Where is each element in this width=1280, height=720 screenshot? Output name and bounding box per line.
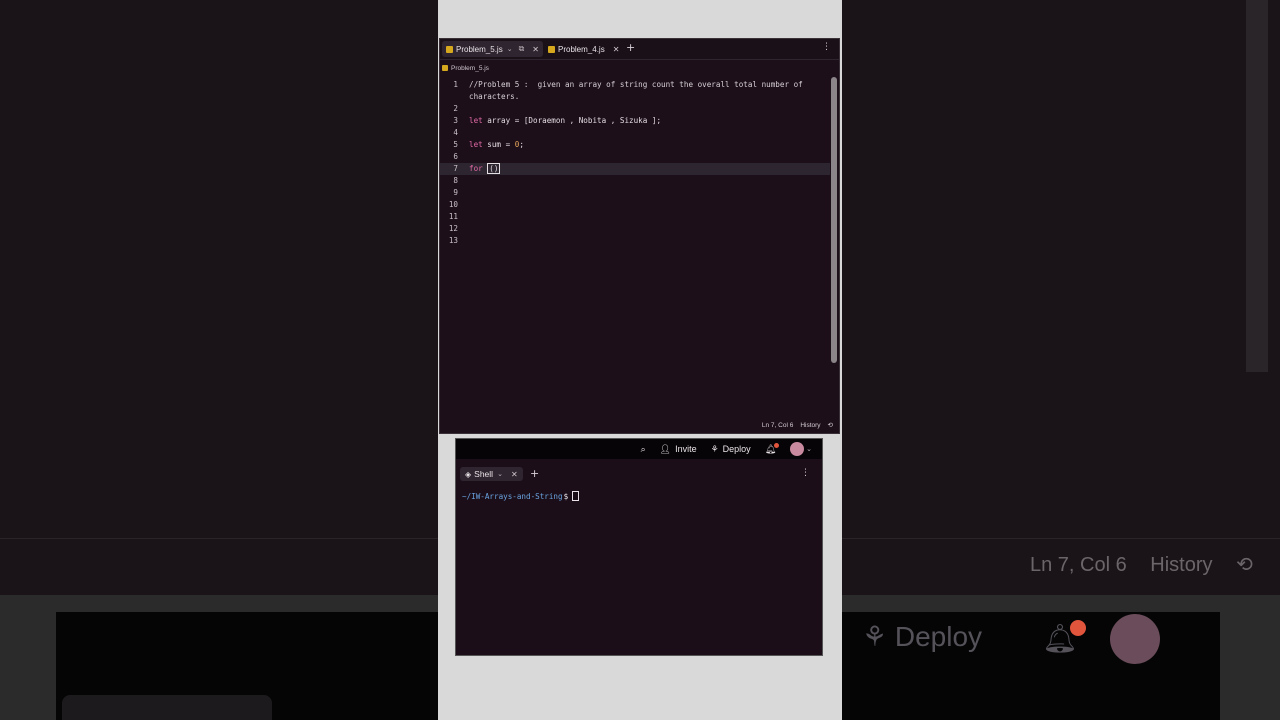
code-line: 6 [440,151,830,163]
code-text: let array = [Doraemon , Nobita , Sizuka … [469,116,662,125]
code-line: 4 [440,127,830,139]
code-line: 10 [440,199,830,211]
tab-problem-5[interactable]: Problem_5.js ⌄ ⧉ ✕ [442,41,543,57]
background-terminal-tab [62,695,272,720]
notification-dot [1070,620,1086,636]
line-number: 7 [453,164,458,173]
tab-label: Problem_4.js [558,44,605,54]
background-avatar [1110,614,1160,664]
breadcrumb-file[interactable]: Problem_5.js [451,65,489,72]
invite-label: Invite [675,444,697,454]
history-icon: ⟲ [1236,554,1253,576]
code-line: 2 [440,103,830,115]
history-button[interactable]: History [800,422,820,429]
line-number: 8 [453,176,458,185]
terminal-tab-bar: ◈ Shell ⌄ ✕ + ⋮ [456,465,822,483]
editor-tab-bar: Problem_5.js ⌄ ⧉ ✕ Problem_4.js ✕ + ⋮ [440,39,839,60]
code-text: let sum = 0; [469,140,524,149]
deploy-icon: ⚘ [862,621,888,652]
line-number: 10 [448,200,458,209]
line-number: 3 [453,116,458,125]
line-number [440,91,458,103]
js-file-icon [442,65,448,71]
line-number: 9 [453,188,458,197]
background-status: Ln 7, Col 6 History ⟲ [1030,552,1271,577]
add-tab-icon[interactable]: + [530,467,539,480]
breadcrumb: Problem_5.js [440,61,489,75]
code-area[interactable]: 1 //Problem 5 : given an array of string … [440,79,830,247]
code-line: characters. [440,91,830,103]
code-line: 13 [440,235,830,247]
chevron-down-icon[interactable]: ⌄ [497,470,503,478]
line-number: 2 [453,104,458,113]
chevron-down-icon: ⌄ [806,446,812,453]
code-editor: Problem_5.js ⌄ ⧉ ✕ Problem_4.js ✕ + ⋮ Pr… [439,38,840,434]
avatar-image [790,442,805,456]
deploy-icon: ⚘ [710,443,719,454]
prompt-path: ~/IW-Arrays-and-String [462,491,563,501]
background-status-history: History [1150,554,1213,576]
code-text: //Problem 5 : given an array of string c… [469,80,803,89]
code-line-current: 7 for () [440,163,830,175]
editor-status-bar: Ln 7, Col 6 History ⟲ [440,417,839,433]
line-number: 11 [448,212,458,221]
code-line: 3 let array = [Doraemon , Nobita , Sizuka… [440,115,830,127]
code-line: 12 [440,223,830,235]
vertical-scrollbar[interactable] [831,77,837,363]
history-icon[interactable]: ⟲ [828,421,833,429]
chevron-down-icon[interactable]: ⌄ [507,45,513,53]
line-number: 4 [453,128,458,137]
more-options-icon[interactable]: ⋮ [822,42,831,52]
background-scrollbar [1246,0,1268,372]
deploy-label: Deploy [722,444,751,454]
prompt-symbol: $ [563,491,569,501]
js-file-icon [548,45,555,53]
code-text: characters. [469,92,520,101]
code-line: 11 [440,211,830,223]
workspace-top-bar: ⌕ 👤︎ Invite ⚘ Deploy 🔔︎ ⌄ [456,439,822,459]
split-view-icon[interactable]: ⧉ [519,44,525,54]
search-icon[interactable]: ⌕ [641,444,646,455]
tab-shell[interactable]: ◈ Shell ⌄ ✕ [460,467,523,481]
line-number: 6 [453,152,458,161]
code-line: 9 [440,187,830,199]
terminal-cursor [572,491,580,501]
background-deploy-label: Deploy [894,621,983,652]
shell-icon: ◈ [465,469,472,479]
js-file-icon [446,45,453,53]
add-user-icon: 👤︎ [659,443,672,454]
code-text: for () [469,163,501,174]
notification-dot [774,442,780,448]
line-number: 12 [448,224,458,233]
invite-button[interactable]: 👤︎ Invite [660,444,697,455]
avatar[interactable]: ⌄ [790,442,812,456]
tab-label: Shell [474,469,494,479]
close-icon[interactable]: ✕ [532,45,539,54]
more-options-icon[interactable]: ⋮ [801,468,810,478]
code-line: 8 [440,175,830,187]
background-status-position: Ln 7, Col 6 [1030,554,1127,576]
close-icon[interactable]: ✕ [511,470,518,479]
add-tab-icon[interactable]: + [626,41,635,54]
line-number: 13 [448,236,458,245]
tab-label: Problem_5.js [456,44,503,54]
terminal-prompt[interactable]: ~/IW-Arrays-and-String $ [462,491,580,501]
tab-problem-4[interactable]: Problem_4.js ✕ [544,41,623,57]
line-number: 1 [453,80,458,89]
bell-icon[interactable]: 🔔︎ [765,442,780,455]
background-left-panel [0,0,439,595]
background-deploy: ⚘ Deploy [862,620,982,653]
code-line: 5 let sum = 0; [440,139,830,151]
terminal-panel: ⌕ 👤︎ Invite ⚘ Deploy 🔔︎ ⌄ ◈ Shell ⌄ ✕ + … [455,438,823,656]
deploy-button[interactable]: ⚘ Deploy [711,444,751,455]
line-number: 5 [453,140,458,149]
code-line: 1 //Problem 5 : given an array of string … [440,79,830,91]
close-icon[interactable]: ✕ [613,45,620,54]
background-right-panel [842,0,1280,595]
cursor-position[interactable]: Ln 7, Col 6 [762,422,793,429]
